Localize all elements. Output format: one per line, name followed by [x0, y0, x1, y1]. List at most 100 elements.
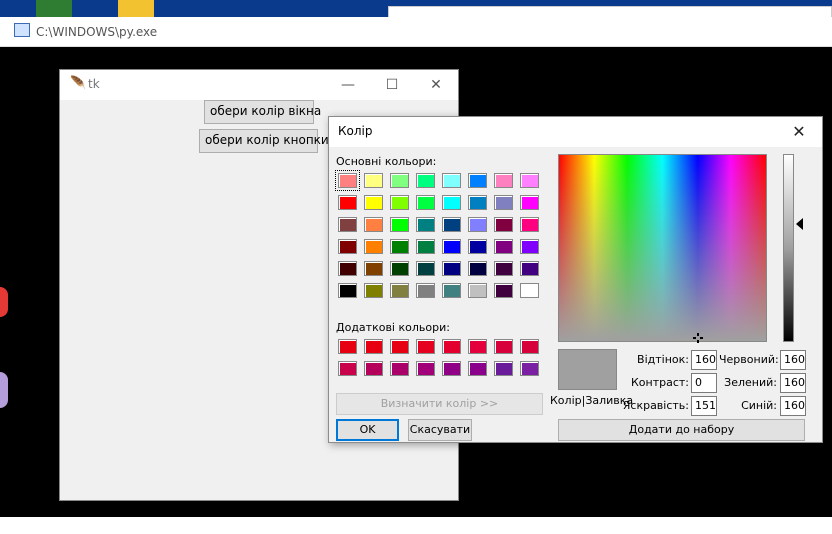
maximize-icon[interactable]: ☐ [372, 74, 412, 96]
color-swatch[interactable] [442, 339, 461, 354]
custom-colors-label: Додаткові кольори: [336, 321, 450, 334]
color-swatch[interactable] [494, 239, 513, 254]
color-swatch[interactable] [442, 173, 461, 188]
saturation-label: Контраст: [630, 376, 689, 389]
cancel-button[interactable]: Скасувати [408, 419, 472, 441]
color-swatch[interactable] [416, 261, 435, 276]
color-swatch[interactable] [416, 339, 435, 354]
color-swatch[interactable] [468, 283, 487, 298]
color-spectrum[interactable] [558, 154, 767, 343]
color-swatch[interactable] [364, 217, 383, 232]
color-swatch[interactable] [390, 339, 409, 354]
color-swatch[interactable] [390, 173, 409, 188]
color-swatch[interactable] [338, 339, 357, 354]
color-swatch[interactable] [338, 195, 357, 210]
color-swatch[interactable] [520, 361, 539, 376]
red-field[interactable]: 160 [780, 350, 806, 370]
basic-colors-label: Основні кольори: [336, 155, 437, 168]
color-swatch[interactable] [416, 283, 435, 298]
color-swatch[interactable] [338, 361, 357, 376]
color-swatch[interactable] [520, 239, 539, 254]
color-swatch[interactable] [335, 170, 360, 191]
color-swatch[interactable] [390, 261, 409, 276]
red-label: Червоний: [719, 353, 779, 366]
color-swatch[interactable] [416, 173, 435, 188]
color-swatch[interactable] [442, 261, 461, 276]
custom-colors-grid [338, 339, 548, 379]
color-swatch[interactable] [338, 261, 357, 276]
color-swatch[interactable] [468, 173, 487, 188]
luminance-bar[interactable] [783, 154, 794, 342]
green-field[interactable]: 160 [780, 373, 806, 393]
define-custom-colors-button[interactable]: Визначити колір >> [336, 393, 543, 415]
color-swatch[interactable] [390, 195, 409, 210]
color-swatch[interactable] [442, 195, 461, 210]
basic-colors-grid [335, 170, 548, 303]
color-swatch[interactable] [442, 283, 461, 298]
add-to-custom-colors-button[interactable]: Додати до набору [558, 419, 805, 441]
color-swatch[interactable] [338, 283, 357, 298]
color-swatch[interactable] [364, 361, 383, 376]
saturation-field[interactable]: 0 [691, 373, 717, 393]
color-swatch[interactable] [364, 173, 383, 188]
desktop-edge-icon [0, 372, 8, 408]
color-preview [558, 349, 617, 390]
blue-field[interactable]: 160 [780, 396, 806, 416]
color-swatch[interactable] [494, 339, 513, 354]
luminance-arrow-icon[interactable] [796, 218, 803, 230]
luminance-field[interactable]: 151 [691, 396, 717, 416]
feather-icon: 🪶 [70, 76, 87, 91]
color-swatch[interactable] [494, 217, 513, 232]
color-swatch[interactable] [338, 217, 357, 232]
green-label: Зелений: [724, 376, 777, 389]
minimize-icon[interactable]: — [328, 74, 368, 96]
color-swatch[interactable] [390, 239, 409, 254]
color-swatch[interactable] [364, 261, 383, 276]
color-swatch[interactable] [390, 361, 409, 376]
color-swatch[interactable] [520, 195, 539, 210]
color-swatch[interactable] [494, 283, 513, 298]
close-icon[interactable]: ✕ [416, 74, 456, 96]
color-swatch[interactable] [416, 361, 435, 376]
color-swatch[interactable] [520, 173, 539, 188]
color-swatch[interactable] [494, 195, 513, 210]
button-color-button[interactable]: обери колір кнопки [199, 129, 329, 153]
color-swatch[interactable] [390, 283, 409, 298]
color-swatch[interactable] [416, 195, 435, 210]
crosshair-icon [693, 333, 703, 343]
color-swatch[interactable] [390, 217, 409, 232]
hue-field[interactable]: 160 [691, 350, 717, 370]
color-swatch[interactable] [520, 261, 539, 276]
color-swatch[interactable] [520, 217, 539, 232]
color-swatch[interactable] [364, 283, 383, 298]
color-swatch[interactable] [494, 361, 513, 376]
color-swatch[interactable] [364, 239, 383, 254]
dialog-titlebar: Колір ✕ [329, 117, 822, 147]
color-swatch[interactable] [494, 261, 513, 276]
color-swatch[interactable] [442, 217, 461, 232]
window-color-button[interactable]: обери колір вікна [204, 100, 321, 124]
tk-titlebar: 🪶 tk — ☐ ✕ [60, 70, 458, 100]
color-swatch[interactable] [468, 339, 487, 354]
color-dialog: Колір ✕ Основні кольори: Додаткові кольо… [328, 116, 823, 443]
color-swatch[interactable] [468, 361, 487, 376]
color-swatch[interactable] [520, 283, 539, 298]
color-swatch[interactable] [494, 173, 513, 188]
color-swatch[interactable] [338, 239, 357, 254]
color-swatch[interactable] [468, 239, 487, 254]
ok-button[interactable]: OK [336, 419, 399, 441]
color-swatch[interactable] [468, 217, 487, 232]
color-swatch[interactable] [468, 195, 487, 210]
desktop-edge-icon [0, 287, 8, 317]
color-swatch[interactable] [442, 239, 461, 254]
color-swatch[interactable] [468, 261, 487, 276]
color-swatch[interactable] [416, 217, 435, 232]
close-icon[interactable]: ✕ [784, 120, 814, 144]
color-swatch[interactable] [442, 361, 461, 376]
color-swatch[interactable] [364, 195, 383, 210]
hue-label: Відтінок: [637, 353, 689, 366]
color-swatch[interactable] [520, 339, 539, 354]
color-swatch[interactable] [416, 239, 435, 254]
luminance-label: Яскравість: [622, 399, 689, 412]
color-swatch[interactable] [364, 339, 383, 354]
